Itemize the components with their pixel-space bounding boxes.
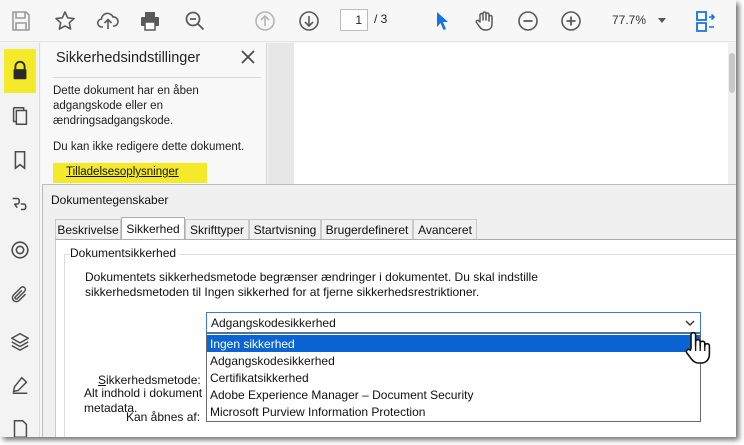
edit-restriction-note: Du kan ikke redigere dette dokument. (53, 141, 245, 153)
close-icon[interactable] (239, 48, 257, 66)
hand-icon[interactable] (470, 6, 500, 36)
lock-icon[interactable] (4, 49, 36, 93)
chevron-down-icon (658, 18, 666, 23)
option-microsoft-purview[interactable]: Microsoft Purview Information Protection (207, 403, 700, 420)
option-adgangskodesikkerhed[interactable]: Adgangskodesikkerhed (207, 352, 700, 369)
tab-startvisning[interactable]: Startvisning (249, 219, 321, 239)
all-content-label-line1: Alt indhold i dokument (84, 386, 202, 400)
dialog-title: Dokumentegenskaber (51, 193, 169, 207)
acrobat-window: 1 / 3 77.7% Sikkerhedsindstillinger Dett… (0, 0, 736, 437)
bookmark-star-icon[interactable] (50, 6, 80, 36)
cloud-upload-icon[interactable] (93, 6, 123, 36)
security-method-value: Adgangskodesikkerhed (211, 316, 336, 330)
tab-skrifttyper[interactable]: Skrifttyper (185, 219, 249, 239)
tab-beskrivelse[interactable]: Beskrivelse (55, 219, 121, 239)
zoom-level-value: 77.7% (612, 13, 647, 27)
security-method-description: Dokumentets sikkerhedsmetode begrænser æ… (85, 270, 538, 299)
scrollbar-thumb[interactable] (729, 53, 735, 93)
all-content-label: Alt indhold i dokument metadata. (84, 386, 202, 422)
group-label: Dokumentsikkerhed (70, 246, 180, 260)
print-icon[interactable] (135, 6, 165, 36)
option-certifikatsikkerhed[interactable]: Certifikatsikkerhed (207, 369, 700, 386)
document-icon[interactable] (4, 413, 36, 437)
option-adobe-experience-manager[interactable]: Adobe Experience Manager – Document Secu… (207, 386, 700, 403)
divider (53, 77, 261, 78)
security-method-options: Ingen sikkerhed Adgangskodesikkerhed Cer… (206, 333, 701, 422)
security-method-select[interactable]: Adgangskodesikkerhed (206, 312, 701, 333)
layers-icon[interactable] (4, 325, 36, 357)
save-icon[interactable] (6, 6, 36, 36)
security-method-label-text: ikkerhedsmetode: (106, 373, 201, 387)
zoom-out-icon[interactable] (513, 6, 543, 36)
security-method-mnemonic: S (98, 373, 107, 387)
tab-sikkerhed[interactable]: Sikkerhed (121, 217, 185, 239)
view-mode-icon[interactable] (690, 6, 720, 36)
security-description: Dette dokument har en åben adgangskode e… (53, 85, 199, 127)
permissions-link-label: Tilladelsesoplysninger (66, 166, 179, 178)
security-settings-panel: Sikkerhedsindstillinger Dette dokument h… (41, 43, 267, 193)
all-content-label-line2: metadata. (84, 401, 138, 415)
main-toolbar: 1 / 3 77.7% (0, 0, 736, 42)
paperclip-icon[interactable] (4, 279, 36, 311)
page-number-input[interactable]: 1 (340, 9, 368, 31)
content-icon[interactable] (4, 234, 36, 266)
pages-icon[interactable] (4, 100, 36, 132)
zoom-search-icon[interactable] (180, 6, 210, 36)
bookmark-icon[interactable] (4, 144, 36, 176)
attachments-link-icon[interactable] (4, 188, 36, 220)
panel-title: Sikkerhedsindstillinger (56, 50, 201, 66)
page-up-icon[interactable] (250, 6, 280, 36)
permissions-details-link[interactable]: Tilladelsesoplysninger (53, 163, 207, 183)
chevron-down-icon (684, 317, 696, 329)
zoom-level-select[interactable]: 77.7% (602, 8, 672, 32)
hand-cursor-icon (682, 330, 714, 366)
page-down-icon[interactable] (294, 6, 324, 36)
left-tool-rail (0, 43, 40, 437)
tab-avanceret[interactable]: Avanceret (413, 219, 477, 239)
sign-pen-icon[interactable] (4, 369, 36, 401)
select-pointer-icon[interactable] (428, 6, 458, 36)
option-ingen-sikkerhed[interactable]: Ingen sikkerhed (207, 335, 700, 352)
zoom-in-icon[interactable] (556, 6, 586, 36)
security-method-label: Sikkerhedsmetode: (98, 373, 201, 387)
tab-brugerdefineret[interactable]: Brugerdefineret (321, 219, 413, 239)
page-total: / 3 (374, 12, 388, 26)
